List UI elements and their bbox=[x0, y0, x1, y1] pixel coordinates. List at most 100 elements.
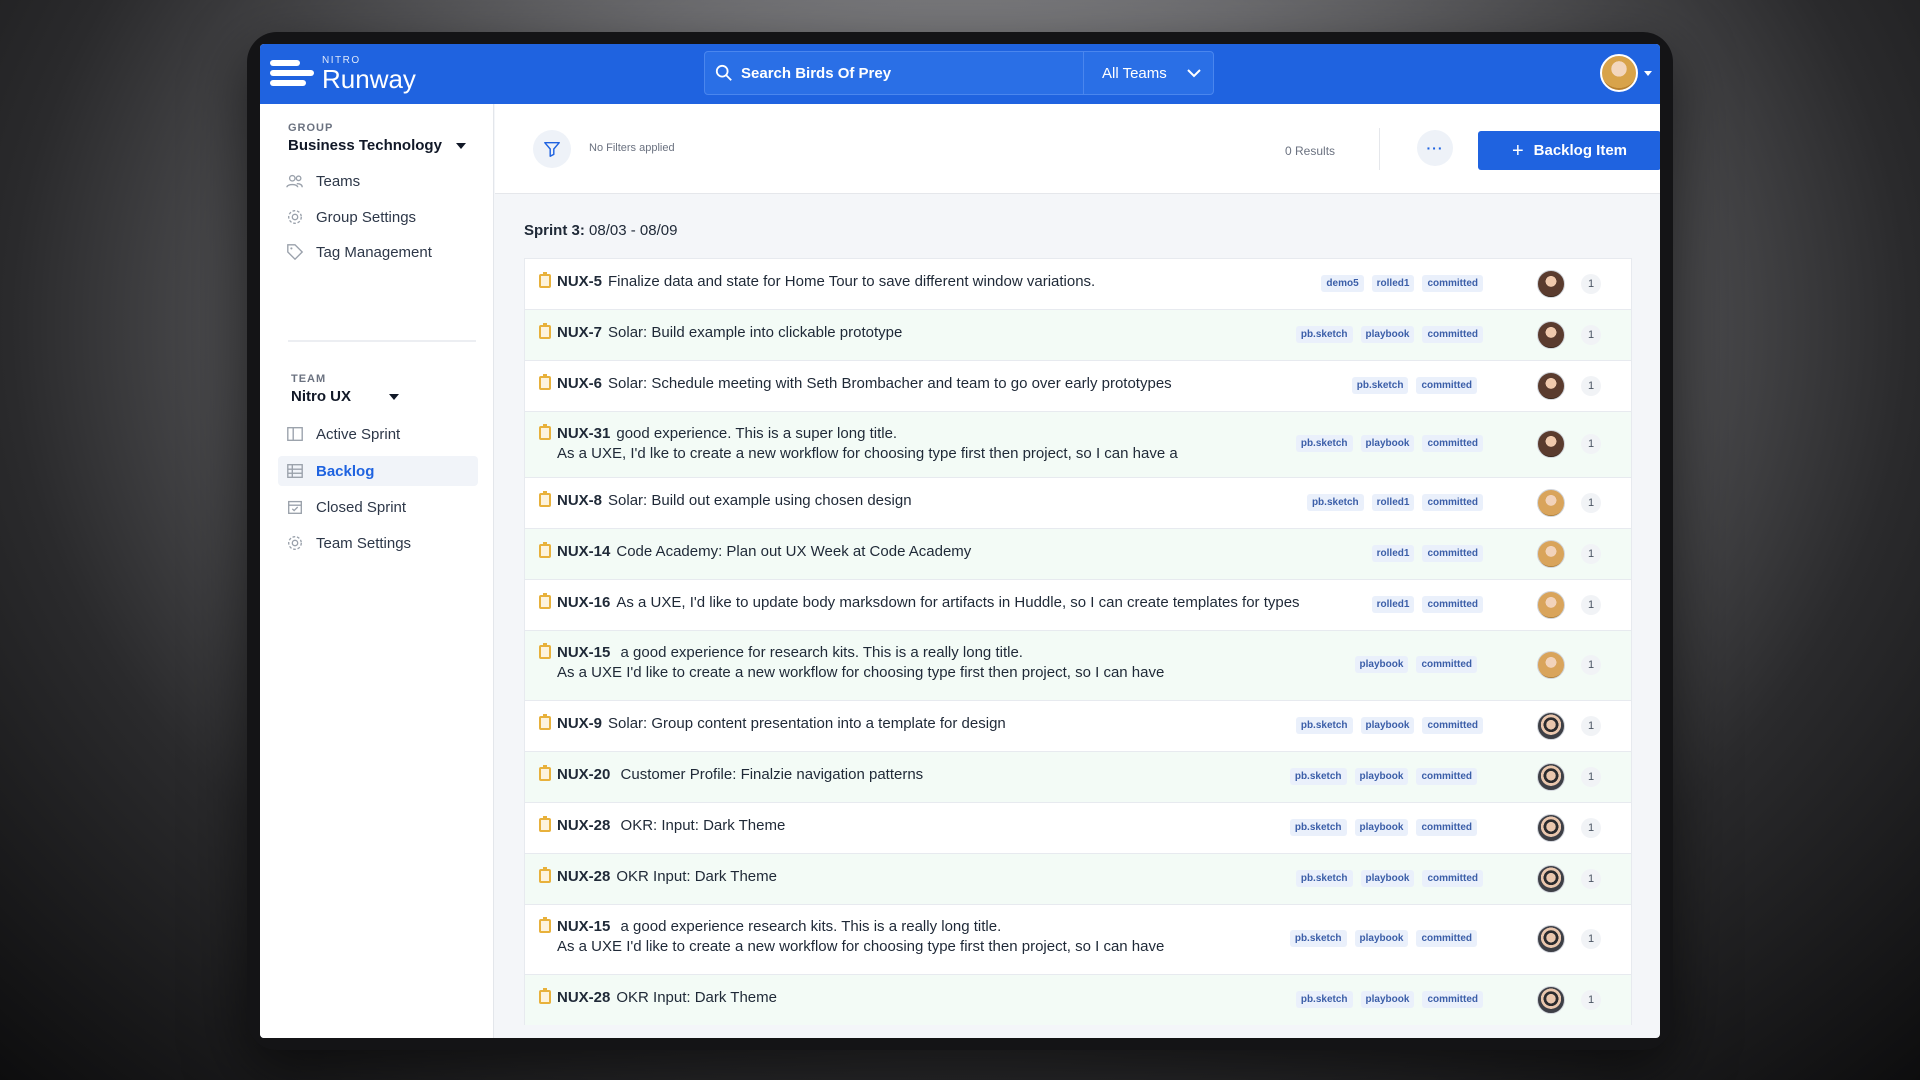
assignee-avatar[interactable] bbox=[1537, 488, 1565, 517]
item-key[interactable]: NUX-31 bbox=[557, 425, 610, 442]
assignee-avatar[interactable] bbox=[1537, 539, 1565, 568]
story-points-badge[interactable]: 1 bbox=[1581, 817, 1601, 838]
backlog-row[interactable]: NUX-14 Code Academy: Plan out UX Week at … bbox=[524, 528, 1632, 579]
story-points-badge[interactable]: 1 bbox=[1581, 492, 1601, 513]
tag-badge[interactable]: pb.sketch bbox=[1295, 435, 1353, 452]
tag-badge[interactable]: committed bbox=[1416, 656, 1477, 673]
tag-badge[interactable]: committed bbox=[1422, 869, 1483, 887]
assignee-avatar[interactable] bbox=[1537, 590, 1565, 619]
assignee-avatar[interactable] bbox=[1537, 320, 1565, 349]
tag-badge[interactable]: rolled1 bbox=[1371, 595, 1415, 613]
tag-badge[interactable]: committed bbox=[1422, 274, 1483, 292]
assignee-avatar[interactable] bbox=[1537, 651, 1565, 679]
tag-badge[interactable]: pb.sketch bbox=[1289, 818, 1347, 836]
sidebar-item-group-settings[interactable]: Group Settings bbox=[278, 202, 478, 232]
tag-badge[interactable]: demo5 bbox=[1321, 274, 1364, 292]
story-points-badge[interactable]: 1 bbox=[1581, 273, 1601, 294]
tag-badge[interactable]: playbook bbox=[1354, 767, 1409, 785]
assignee-avatar[interactable] bbox=[1537, 925, 1565, 953]
item-key[interactable]: NUX-20 bbox=[557, 766, 610, 783]
backlog-row[interactable]: NUX-20 Customer Profile: Finalzie naviga… bbox=[524, 751, 1632, 802]
backlog-row[interactable]: NUX-5 Finalize data and state for Home To… bbox=[524, 258, 1632, 309]
item-key[interactable]: NUX-16 bbox=[557, 594, 610, 611]
tag-badge[interactable]: rolled1 bbox=[1371, 544, 1415, 562]
group-select[interactable]: Business Technology bbox=[288, 137, 466, 154]
assignee-avatar[interactable] bbox=[1537, 711, 1565, 740]
tag-badge[interactable]: committed bbox=[1416, 376, 1477, 394]
add-backlog-item-button[interactable]: + Backlog Item bbox=[1478, 131, 1660, 170]
story-points-badge[interactable]: 1 bbox=[1581, 434, 1601, 454]
backlog-row[interactable]: NUX-7 Solar: Build example into clickable… bbox=[524, 309, 1632, 360]
tag-badge[interactable]: pb.sketch bbox=[1295, 716, 1353, 734]
sidebar-item-backlog[interactable]: Backlog bbox=[278, 456, 478, 486]
backlog-row[interactable]: NUX-28 OKR Input: Dark Theme pb.sketch play… bbox=[524, 853, 1632, 904]
item-key[interactable]: NUX-28 bbox=[557, 989, 610, 1006]
assignee-avatar[interactable] bbox=[1537, 864, 1565, 893]
assignee-avatar[interactable] bbox=[1537, 371, 1565, 400]
more-options-button[interactable]: ··· bbox=[1417, 130, 1453, 166]
team-select[interactable]: Nitro UX bbox=[291, 388, 399, 405]
tag-badge[interactable]: committed bbox=[1422, 990, 1483, 1008]
tag-badge[interactable]: pb.sketch bbox=[1289, 767, 1347, 785]
sidebar-item-closed-sprint[interactable]: Closed Sprint bbox=[278, 492, 478, 522]
tag-badge[interactable]: committed bbox=[1422, 435, 1483, 452]
tag-badge[interactable]: playbook bbox=[1354, 818, 1409, 836]
tag-badge[interactable]: pb.sketch bbox=[1289, 930, 1347, 947]
tag-badge[interactable]: committed bbox=[1422, 716, 1483, 734]
story-points-badge[interactable]: 1 bbox=[1581, 929, 1601, 949]
item-key[interactable]: NUX-6 bbox=[557, 375, 602, 392]
tag-badge[interactable]: pb.sketch bbox=[1295, 325, 1353, 343]
tag-badge[interactable]: playbook bbox=[1354, 656, 1409, 673]
story-points-badge[interactable]: 1 bbox=[1581, 868, 1601, 889]
tag-badge[interactable]: playbook bbox=[1360, 869, 1415, 887]
search-input[interactable]: Search Birds Of Prey bbox=[741, 65, 1083, 82]
team-filter-select[interactable]: All Teams bbox=[1083, 52, 1213, 94]
story-points-badge[interactable]: 1 bbox=[1581, 655, 1601, 675]
caret-down-icon[interactable] bbox=[1644, 71, 1652, 76]
story-points-badge[interactable]: 1 bbox=[1581, 543, 1601, 564]
story-points-badge[interactable]: 1 bbox=[1581, 375, 1601, 396]
tag-badge[interactable]: rolled1 bbox=[1371, 493, 1415, 511]
item-key[interactable]: NUX-8 bbox=[557, 492, 602, 509]
search-bar[interactable]: Search Birds Of Prey All Teams bbox=[704, 51, 1214, 95]
tag-badge[interactable]: playbook bbox=[1360, 990, 1415, 1008]
tag-badge[interactable]: rolled1 bbox=[1371, 274, 1415, 292]
story-points-badge[interactable]: 1 bbox=[1581, 715, 1601, 736]
story-points-badge[interactable]: 1 bbox=[1581, 766, 1601, 787]
assignee-avatar[interactable] bbox=[1537, 269, 1565, 298]
backlog-row[interactable]: NUX-15 a good experience research kits. … bbox=[524, 904, 1632, 974]
item-key[interactable]: NUX-15 bbox=[557, 644, 610, 661]
assignee-avatar[interactable] bbox=[1537, 762, 1565, 791]
tag-badge[interactable]: committed bbox=[1422, 325, 1483, 343]
logo[interactable]: NITRO Runway bbox=[270, 56, 690, 92]
item-key[interactable]: NUX-7 bbox=[557, 324, 602, 341]
assignee-avatar[interactable] bbox=[1537, 813, 1565, 842]
tag-badge[interactable]: pb.sketch bbox=[1295, 990, 1353, 1008]
tag-badge[interactable]: pb.sketch bbox=[1351, 376, 1409, 394]
tag-badge[interactable]: committed bbox=[1422, 493, 1483, 511]
sidebar-item-active-sprint[interactable]: Active Sprint bbox=[278, 419, 478, 449]
backlog-row[interactable]: NUX-9 Solar: Group content presentation i… bbox=[524, 700, 1632, 751]
story-points-badge[interactable]: 1 bbox=[1581, 324, 1601, 345]
item-key[interactable]: NUX-15 bbox=[557, 918, 610, 935]
sidebar-item-tag-management[interactable]: Tag Management bbox=[278, 237, 478, 267]
tag-badge[interactable]: committed bbox=[1416, 930, 1477, 947]
tag-badge[interactable]: playbook bbox=[1360, 325, 1415, 343]
item-key[interactable]: NUX-5 bbox=[557, 273, 602, 290]
backlog-row[interactable]: NUX-28 OKR: Input: Dark Theme pb.sketch pl… bbox=[524, 802, 1632, 853]
backlog-row[interactable]: NUX-6 Solar: Schedule meeting with Seth B… bbox=[524, 360, 1632, 411]
tag-badge[interactable]: playbook bbox=[1354, 930, 1409, 947]
tag-badge[interactable]: pb.sketch bbox=[1306, 493, 1364, 511]
tag-badge[interactable]: committed bbox=[1422, 544, 1483, 562]
assignee-avatar[interactable] bbox=[1537, 985, 1565, 1014]
tag-badge[interactable]: playbook bbox=[1360, 716, 1415, 734]
user-avatar[interactable] bbox=[1600, 54, 1638, 92]
sidebar-item-teams[interactable]: Teams bbox=[278, 166, 478, 196]
backlog-row[interactable]: NUX-16 As a UXE, I'd like to update body … bbox=[524, 579, 1632, 630]
tag-badge[interactable]: pb.sketch bbox=[1295, 869, 1353, 887]
item-key[interactable]: NUX-14 bbox=[557, 543, 610, 560]
tag-badge[interactable]: committed bbox=[1416, 767, 1477, 785]
item-key[interactable]: NUX-9 bbox=[557, 715, 602, 732]
item-key[interactable]: NUX-28 bbox=[557, 817, 610, 834]
assignee-avatar[interactable] bbox=[1537, 430, 1565, 458]
